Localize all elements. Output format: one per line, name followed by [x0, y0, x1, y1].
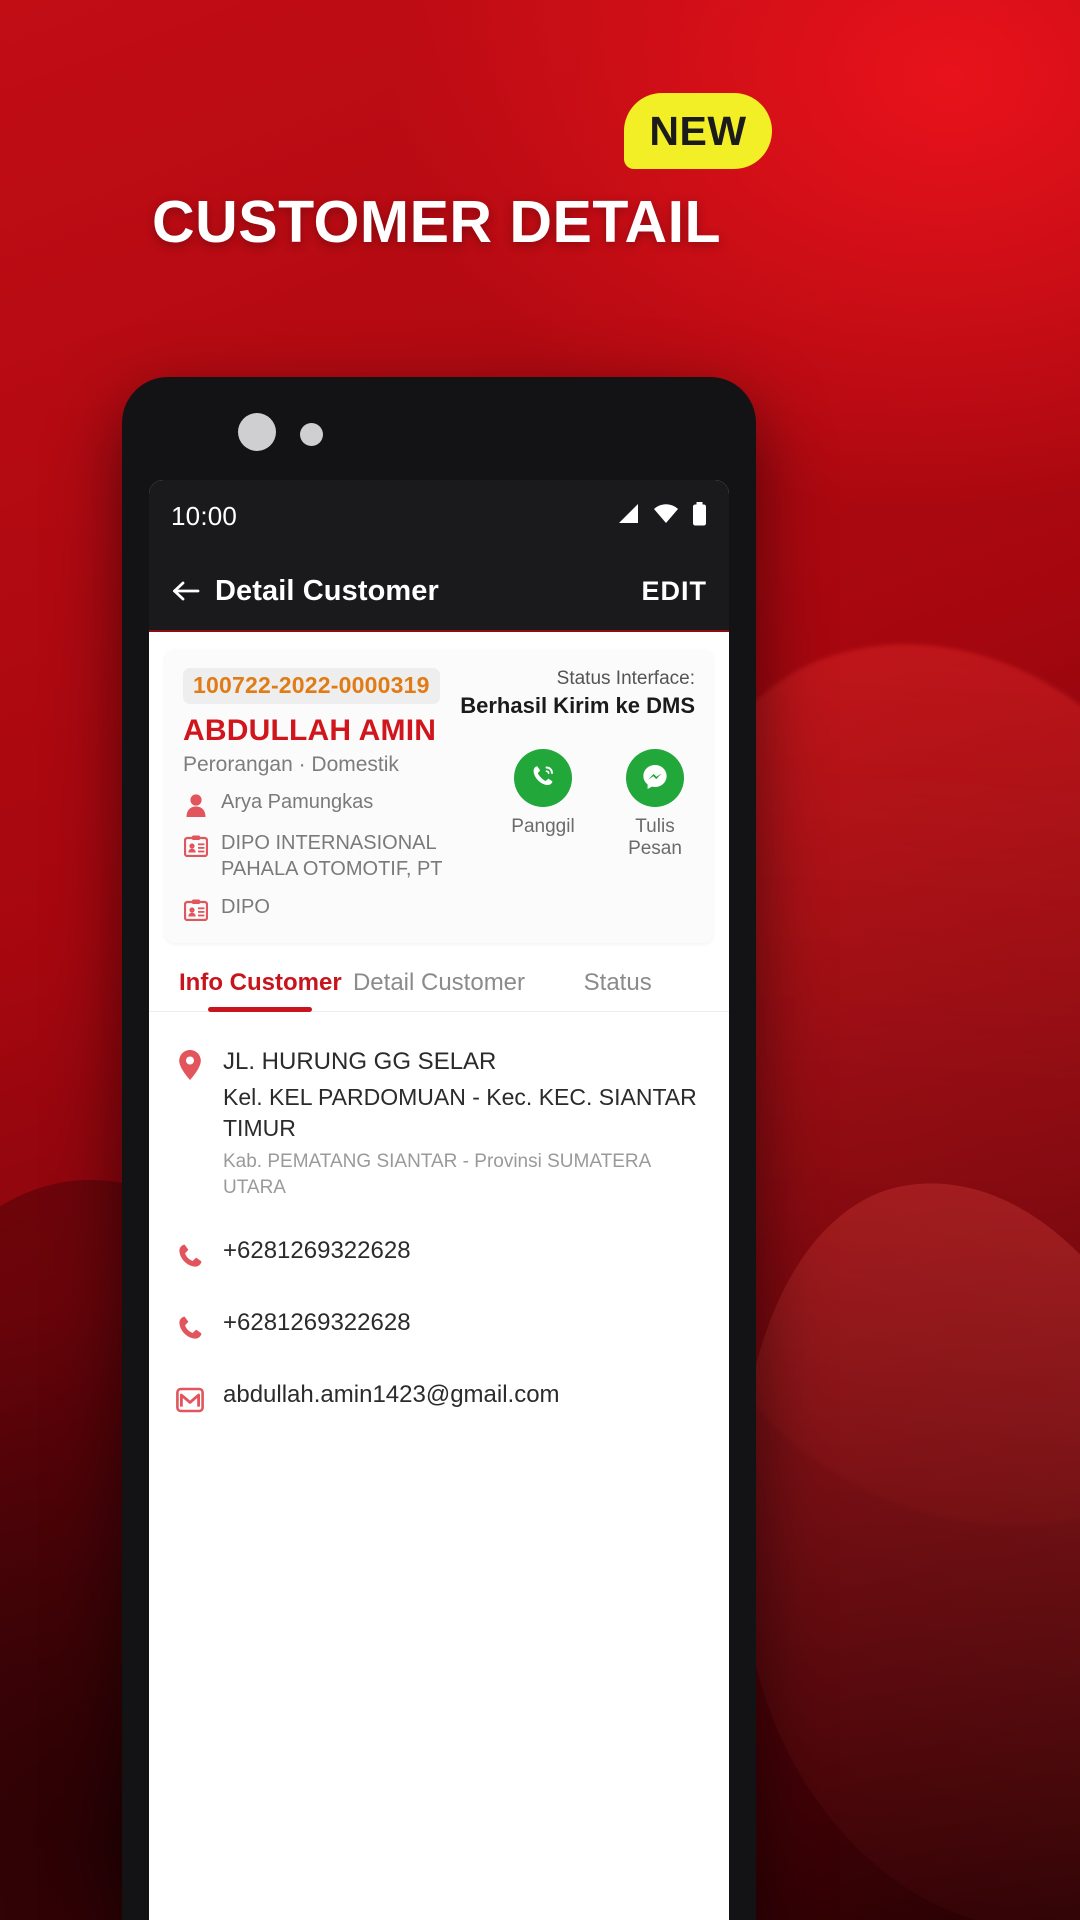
phone-frame: 10:00 Detail Customer EDIT 100722-2022-0…	[122, 377, 756, 1920]
id-card-icon	[183, 897, 209, 923]
id-card-icon	[183, 833, 209, 859]
email-body: abdullah.amin1423@gmail.com	[223, 1381, 705, 1409]
call-action-circle	[514, 749, 572, 807]
phone-row[interactable]: +6281269322628	[173, 1309, 705, 1345]
status-bar-clock: 10:00	[171, 500, 238, 531]
camera-sensor-icon	[300, 423, 323, 446]
edit-button[interactable]: EDIT	[641, 576, 707, 607]
customer-info-line: DIPO INTERNASIONAL PAHALA OTOMOTIF, PT	[183, 831, 452, 882]
wifi-icon	[653, 503, 679, 530]
address-street: JL. HURUNG GG SELAR	[223, 1048, 497, 1076]
customer-id-badge: 100722-2022-0000319	[183, 668, 440, 704]
customer-info-line: DIPO	[183, 895, 452, 923]
message-action-circle	[626, 749, 684, 807]
messenger-icon	[640, 761, 670, 796]
phone-icon	[173, 1311, 207, 1345]
gmail-icon	[173, 1383, 207, 1417]
customer-info-text: Arya Pamungkas	[221, 791, 374, 813]
promo-title: CUSTOMER DETAIL	[152, 189, 722, 255]
status-interface-label: Status Interface:	[556, 668, 695, 689]
email-address: abdullah.amin1423@gmail.com	[223, 1380, 560, 1408]
phone-call-icon	[528, 761, 558, 796]
page-title: Detail Customer	[215, 574, 439, 607]
person-icon	[183, 792, 209, 818]
phone-icon	[173, 1239, 207, 1273]
tab-status[interactable]: Status	[528, 969, 707, 1011]
call-action-button[interactable]: Panggil	[503, 749, 583, 860]
customer-card-right: Status Interface: Berhasil Kirim ke DMS	[452, 668, 695, 923]
card-actions: Panggil Tulis Pesan	[460, 749, 695, 860]
status-bar: 10:00	[149, 480, 729, 552]
customer-info-line: Arya Pamungkas	[183, 790, 452, 818]
status-bar-icons	[616, 501, 707, 531]
customer-subtitle: Perorangan · Domestik	[183, 753, 399, 776]
address-body: JL. HURUNG GG SELAR Kel. KEL PARDOMUAN -…	[223, 1046, 705, 1201]
message-action-button[interactable]: Tulis Pesan	[615, 749, 695, 860]
address-district: Kel. KEL PARDOMUAN - Kec. KEC. SIANTAR T…	[223, 1084, 697, 1142]
phone-screen: 10:00 Detail Customer EDIT 100722-2022-0…	[149, 480, 729, 1920]
address-row: JL. HURUNG GG SELAR Kel. KEL PARDOMUAN -…	[173, 1046, 705, 1201]
status-interface-value: Berhasil Kirim ke DMS	[460, 693, 695, 718]
tab-detail-customer[interactable]: Detail Customer	[350, 969, 529, 1011]
battery-icon	[692, 501, 707, 531]
tab-bar: Info Customer Detail Customer Status	[149, 969, 729, 1013]
email-row[interactable]: abdullah.amin1423@gmail.com	[173, 1381, 705, 1417]
phone-row[interactable]: +6281269322628	[173, 1237, 705, 1273]
location-pin-icon	[173, 1048, 207, 1082]
back-arrow-icon[interactable]	[171, 576, 201, 606]
customer-info-text: DIPO	[221, 896, 270, 919]
phone-body: +6281269322628	[223, 1309, 705, 1337]
customer-name: ABDULLAH AMIN	[183, 714, 437, 747]
detail-list: JL. HURUNG GG SELAR Kel. KEL PARDOMUAN -…	[149, 1012, 729, 1417]
tab-info-customer[interactable]: Info Customer	[171, 969, 350, 1011]
customer-info-text: DIPO INTERNASIONAL PAHALA OTOMOTIF, PT	[221, 832, 443, 880]
call-action-label: Panggil	[511, 816, 575, 837]
customer-card-left: 100722-2022-0000319 ABDULLAH AMIN Perora…	[183, 668, 452, 923]
phone-number: +6281269322628	[223, 1308, 411, 1336]
app-bar: Detail Customer EDIT	[149, 552, 729, 632]
address-province: Kab. PEMATANG SIANTAR - Provinsi SUMATER…	[223, 1151, 651, 1199]
new-badge: NEW	[624, 93, 772, 169]
customer-card: 100722-2022-0000319 ABDULLAH AMIN Perora…	[165, 650, 713, 944]
phone-body: +6281269322628	[223, 1237, 705, 1265]
phone-number: +6281269322628	[223, 1236, 411, 1264]
signal-icon	[616, 503, 640, 530]
camera-lens-icon	[238, 413, 276, 451]
message-action-label: Tulis Pesan	[628, 816, 682, 859]
